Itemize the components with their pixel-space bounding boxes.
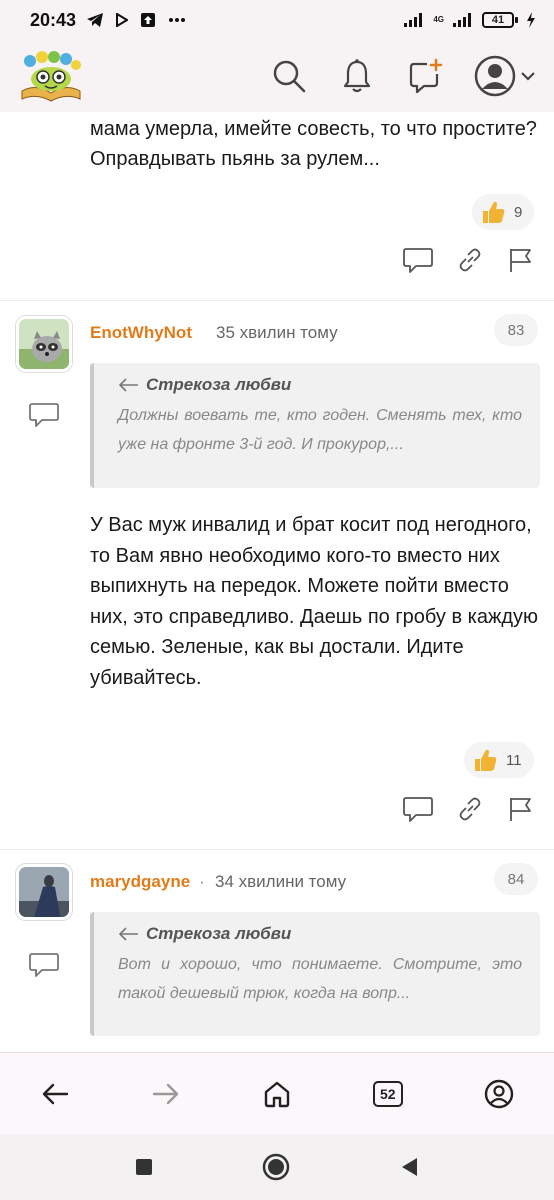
charging-icon bbox=[527, 12, 535, 28]
like-button[interactable]: 9 bbox=[472, 194, 535, 230]
chevron-down-icon bbox=[521, 72, 535, 81]
quote-text: Вот и хорошо, что понимаете. Смотрите, э… bbox=[118, 956, 522, 1002]
tabs-count: 52 bbox=[372, 1080, 403, 1107]
bell-icon bbox=[343, 59, 371, 93]
link-icon[interactable] bbox=[456, 795, 484, 823]
comment-number-badge[interactable]: 83 bbox=[494, 314, 538, 346]
upload-icon bbox=[141, 13, 156, 27]
home-circle-icon[interactable] bbox=[262, 1153, 290, 1181]
divider bbox=[0, 300, 554, 301]
quote-author: Стрекоза любви bbox=[146, 375, 292, 394]
comment-time[interactable]: 35 хвилин тому bbox=[216, 323, 338, 343]
status-bar: 20:43 4G 41 bbox=[0, 0, 554, 40]
reply-icon[interactable] bbox=[402, 246, 434, 274]
telegram-icon bbox=[87, 13, 104, 27]
quote-text: Должны воевать те, кто годен. Сменять те… bbox=[118, 407, 522, 453]
like-button[interactable]: 11 bbox=[464, 742, 534, 778]
signal-icon bbox=[404, 13, 423, 27]
like-count: 9 bbox=[514, 203, 523, 221]
raccoon-avatar-icon bbox=[19, 319, 69, 369]
avatar[interactable] bbox=[16, 316, 72, 372]
user-avatar-icon bbox=[474, 55, 516, 97]
comment-time[interactable]: 34 хвилини тому bbox=[215, 872, 346, 892]
home-button[interactable] bbox=[253, 1070, 301, 1118]
comment-text: У Вас муж инвалид и брат косит под негод… bbox=[90, 514, 538, 689]
separator-dot: · bbox=[199, 872, 205, 891]
header-actions bbox=[270, 55, 536, 97]
quote-author-row: Стрекоза любви bbox=[118, 375, 522, 395]
reply-icon[interactable] bbox=[402, 795, 434, 823]
flag-icon[interactable] bbox=[506, 246, 534, 274]
signal-icon-2 bbox=[453, 13, 471, 27]
recent-apps-icon[interactable] bbox=[135, 1158, 153, 1176]
comment-username[interactable]: EnotWhyNot bbox=[90, 323, 192, 343]
divider bbox=[0, 849, 554, 850]
reply-arrow-icon bbox=[119, 378, 138, 392]
app-header bbox=[0, 40, 554, 112]
quote-block[interactable]: Стрекоза любви Должны воевать те, кто го… bbox=[90, 363, 540, 488]
home-icon bbox=[264, 1081, 290, 1107]
comment-text: мама умерла, имейте совесть, то что прос… bbox=[90, 118, 537, 170]
thumbs-up-icon bbox=[475, 749, 497, 771]
back-button[interactable] bbox=[31, 1070, 79, 1118]
quote-block[interactable]: Стрекоза любви Вот и хорошо, что понимае… bbox=[90, 912, 540, 1036]
comment-number: 84 bbox=[507, 870, 525, 888]
tabs-button[interactable]: 52 bbox=[364, 1070, 412, 1118]
browser-toolbar: 52 bbox=[0, 1052, 554, 1134]
reply-arrow-icon bbox=[119, 927, 138, 941]
play-icon bbox=[116, 13, 129, 27]
comment-number: 83 bbox=[507, 321, 525, 339]
more-icon bbox=[169, 18, 186, 22]
quote-author-row: Стрекоза любви bbox=[118, 924, 522, 944]
battery-level: 41 bbox=[491, 14, 505, 26]
flag-icon[interactable] bbox=[506, 795, 534, 823]
like-count: 11 bbox=[506, 751, 522, 769]
network-type: 4G bbox=[433, 15, 444, 24]
back-triangle-icon[interactable] bbox=[399, 1156, 419, 1178]
comment-actions bbox=[402, 795, 534, 823]
search-button[interactable] bbox=[270, 57, 308, 95]
battery-icon: 41 bbox=[482, 12, 518, 28]
quote-author: Стрекоза любви bbox=[146, 924, 292, 943]
search-icon bbox=[273, 60, 306, 93]
user-menu-button[interactable] bbox=[474, 55, 536, 97]
link-icon[interactable] bbox=[456, 246, 484, 274]
reply-icon[interactable] bbox=[28, 952, 60, 978]
comment-actions bbox=[402, 246, 534, 274]
status-icons-right: 4G 41 bbox=[403, 12, 536, 28]
new-post-button[interactable] bbox=[406, 57, 444, 95]
thumbs-up-icon bbox=[483, 201, 505, 223]
account-button[interactable] bbox=[475, 1070, 523, 1118]
site-logo[interactable] bbox=[18, 49, 84, 103]
new-post-icon bbox=[409, 58, 443, 94]
comment-number-badge[interactable]: 84 bbox=[494, 863, 538, 895]
arrow-left-icon bbox=[43, 1083, 69, 1104]
avatar[interactable] bbox=[16, 864, 72, 920]
notifications-button[interactable] bbox=[338, 57, 376, 95]
woman-portrait-avatar-icon bbox=[19, 867, 69, 917]
comments-list: мама умерла, имейте совесть, то что прос… bbox=[0, 112, 554, 1052]
comment-username[interactable]: marydgayne bbox=[90, 872, 190, 892]
status-icons-left bbox=[86, 12, 186, 28]
system-navigation-bar bbox=[0, 1134, 554, 1200]
forward-button[interactable] bbox=[142, 1070, 190, 1118]
account-icon bbox=[484, 1079, 513, 1108]
reply-icon[interactable] bbox=[28, 402, 60, 428]
status-time: 20:43 bbox=[30, 9, 77, 30]
arrow-right-icon bbox=[152, 1083, 179, 1104]
